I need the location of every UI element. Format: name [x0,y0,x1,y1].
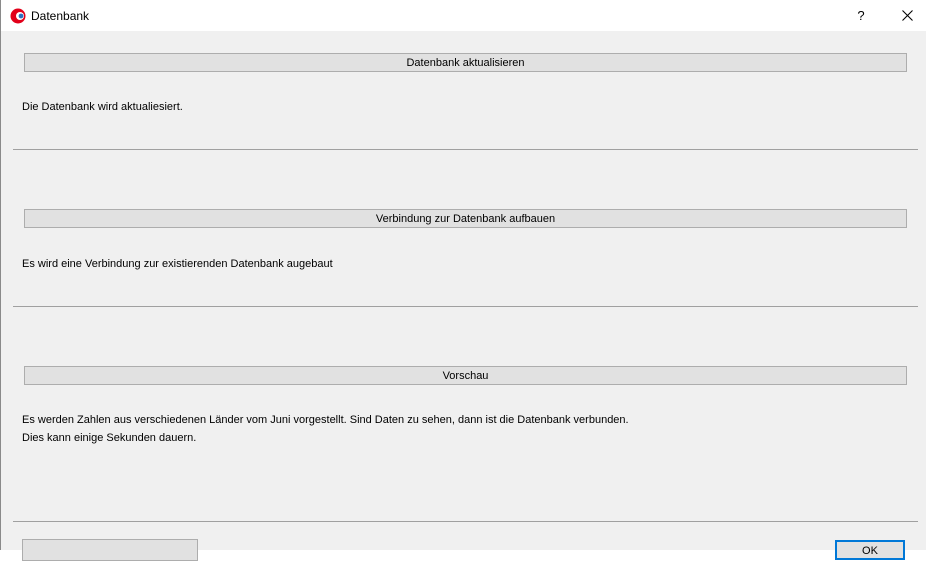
connect-database-description: Es wird eine Verbindung zur existierende… [22,258,333,270]
window-title: Datenbank [31,9,90,23]
footer-divider [13,521,918,522]
dialog-window: Datenbank ? Datenbank aktualisieren Die … [0,0,927,561]
footer-secondary-button[interactable] [22,539,198,561]
title-bar: Datenbank ? [1,0,927,31]
connect-database-button[interactable]: Verbindung zur Datenbank aufbauen [24,209,907,228]
app-logo-icon [10,8,26,24]
close-icon [901,8,913,24]
section-divider [13,149,918,150]
help-button[interactable]: ? [838,0,884,31]
preview-description-line2: Dies kann einige Sekunden dauern. [22,432,197,444]
ok-button[interactable]: OK [835,540,905,560]
update-database-description: Die Datenbank wird aktualiesiert. [22,101,183,113]
update-database-button[interactable]: Datenbank aktualisieren [24,53,907,72]
section-divider [13,306,918,307]
preview-button[interactable]: Vorschau [24,366,907,385]
close-button[interactable] [884,0,927,31]
preview-description-line1: Es werden Zahlen aus verschiedenen Lände… [22,414,629,426]
